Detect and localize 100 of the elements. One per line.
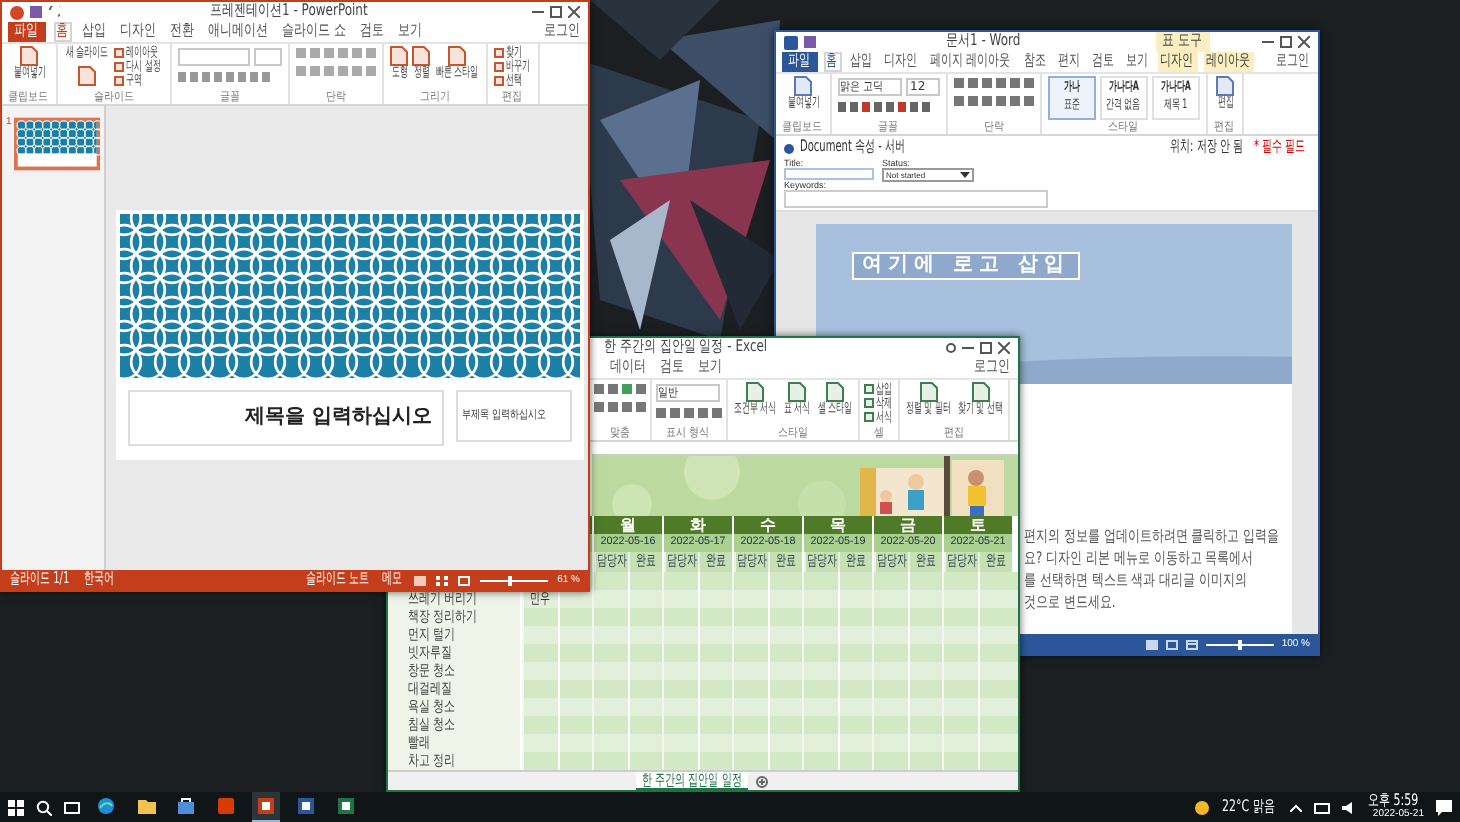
sun-icon (1194, 799, 1210, 815)
add-sheet-icon[interactable] (756, 775, 768, 787)
ribbon-tab[interactable]: 참조 (1022, 52, 1050, 72)
weather-text[interactable]: 22°C 맑음 (1222, 797, 1278, 817)
number-buttons-drawing (656, 408, 722, 418)
close-icon[interactable] (1298, 36, 1310, 48)
title-placeholder[interactable]: 제목을 입력하십시오 (128, 390, 444, 446)
close-icon[interactable] (998, 342, 1010, 354)
normal-view-icon[interactable] (413, 575, 426, 585)
ribbon-tab[interactable]: 삽입 (80, 22, 110, 42)
ribbon-tab[interactable]: 디자인 (118, 22, 160, 42)
app-icon (784, 35, 798, 49)
ribbon-tab[interactable]: 홈 (54, 22, 72, 42)
task-view-icon[interactable] (64, 799, 80, 815)
help-icon[interactable] (946, 342, 956, 354)
ribbon-tab[interactable]: 보기 (1124, 52, 1152, 72)
body-text: 편지의 정보를 업데이트하려면 클릭하고 입력을 (1024, 528, 1282, 548)
page-icon (20, 46, 38, 66)
app-icon (10, 5, 24, 19)
slide-count: 슬라이드 1/1 (10, 570, 72, 590)
ribbon-tab[interactable]: 레이아웃 (1204, 52, 1254, 72)
minimize-icon[interactable] (962, 342, 974, 354)
taskbar-app[interactable] (252, 792, 280, 822)
globe-icon (98, 798, 114, 814)
body-text: 것으로 변드세요. (1024, 594, 1118, 614)
day-header: 월 (592, 516, 662, 534)
ribbon-tab[interactable]: 슬라이드 쇼 (280, 22, 350, 42)
app-icon (258, 798, 274, 814)
page-icon (1216, 76, 1234, 96)
day-header: 수 (732, 516, 802, 534)
language-text[interactable]: 한국어 (84, 570, 116, 590)
sign-in-link[interactable]: 로그인 (974, 358, 1012, 378)
maximize-icon[interactable] (980, 342, 992, 354)
day-header: 목 (802, 516, 872, 534)
maximize-icon[interactable] (550, 6, 562, 18)
caret-icon (960, 172, 970, 178)
sheet-tab[interactable]: 한 주간의 집안일 일정 (636, 772, 748, 790)
web-layout-icon[interactable] (1185, 639, 1198, 649)
search-icon[interactable] (36, 799, 52, 815)
page-icon (794, 76, 812, 96)
speaker-icon[interactable] (1342, 801, 1356, 813)
app-icon (298, 798, 314, 814)
grid-view-icon[interactable] (435, 575, 448, 585)
sign-in-link[interactable]: 로그인 (1276, 52, 1312, 72)
reading-view-icon[interactable] (457, 575, 470, 585)
chevron-icon[interactable] (1290, 803, 1302, 811)
print-layout-icon[interactable] (1165, 639, 1178, 649)
window-title: 한 주간의 집안일 일정 - Excel (604, 338, 770, 358)
app-icon (338, 798, 354, 814)
notification-icon[interactable] (1436, 799, 1452, 815)
comments-button[interactable]: 메모 (381, 570, 404, 590)
title-field[interactable] (784, 168, 874, 180)
alignment-buttons-drawing (594, 382, 646, 414)
ribbon-tab[interactable]: 검토 (1090, 52, 1118, 72)
location-text: 위치: 저장 안 됨 (1170, 138, 1245, 158)
bag-icon (178, 798, 194, 814)
keywords-field[interactable] (784, 190, 1048, 208)
ribbon-tab[interactable]: 홈 (824, 52, 842, 72)
window-title: 프레젠테이션1 - PowerPoint (210, 2, 370, 22)
ribbon-tab[interactable]: 보기 (696, 358, 726, 378)
maximize-icon[interactable] (1280, 36, 1292, 48)
close-icon[interactable] (568, 6, 580, 18)
ribbon-tab[interactable]: 디자인 (1158, 52, 1198, 72)
minimize-icon[interactable] (532, 6, 544, 18)
ribbon-tab[interactable]: 보기 (396, 22, 426, 42)
ribbon-tab[interactable]: 데이터 (608, 358, 650, 378)
ribbon-tab[interactable]: 삽입 (848, 52, 876, 72)
font-size-field[interactable] (254, 48, 282, 66)
clock-time[interactable]: 오후 5:59 (1368, 794, 1424, 810)
zoom-thumb[interactable] (1237, 639, 1242, 649)
day-header: 금 (872, 516, 942, 534)
zoom-thumb[interactable] (507, 575, 512, 585)
read-mode-icon[interactable] (1145, 639, 1158, 649)
required-note: * 필수 필드 (1254, 138, 1308, 158)
font-name-field[interactable] (178, 48, 250, 66)
day-header: 토 (942, 516, 1012, 534)
paragraph-buttons-drawing (954, 76, 1034, 108)
ribbon-tab[interactable]: 페이지 레이아웃 (928, 52, 1016, 72)
ribbon-tab[interactable]: 검토 (658, 358, 688, 378)
day-header: 화 (662, 516, 732, 534)
ribbon-tab[interactable]: 파일 (782, 52, 818, 72)
format-buttons-drawing (178, 72, 274, 82)
folder-icon (137, 799, 155, 813)
minimize-icon[interactable] (1262, 36, 1274, 48)
app-icon (218, 798, 234, 814)
ribbon-tab[interactable]: 디자인 (882, 52, 922, 72)
ribbon-tab[interactable]: 애니메이션 (206, 22, 272, 42)
windows-icon[interactable] (8, 799, 24, 815)
context-label: 표 도구 (1156, 32, 1210, 52)
format-buttons-drawing (838, 102, 930, 112)
slide-thumbnail[interactable] (13, 116, 100, 172)
notes-button[interactable]: 슬라이드 노트 (305, 570, 372, 590)
paragraph-buttons-drawing (296, 46, 376, 78)
info-icon (784, 143, 794, 153)
sign-in-link[interactable]: 로그인 (544, 22, 582, 42)
ribbon-tab[interactable]: 전환 (168, 22, 198, 42)
ribbon-tab[interactable]: 파일 (8, 22, 46, 42)
network-icon[interactable] (1314, 801, 1330, 813)
ribbon-tab[interactable]: 편지 (1056, 52, 1084, 72)
ribbon-tab[interactable]: 검토 (358, 22, 388, 42)
